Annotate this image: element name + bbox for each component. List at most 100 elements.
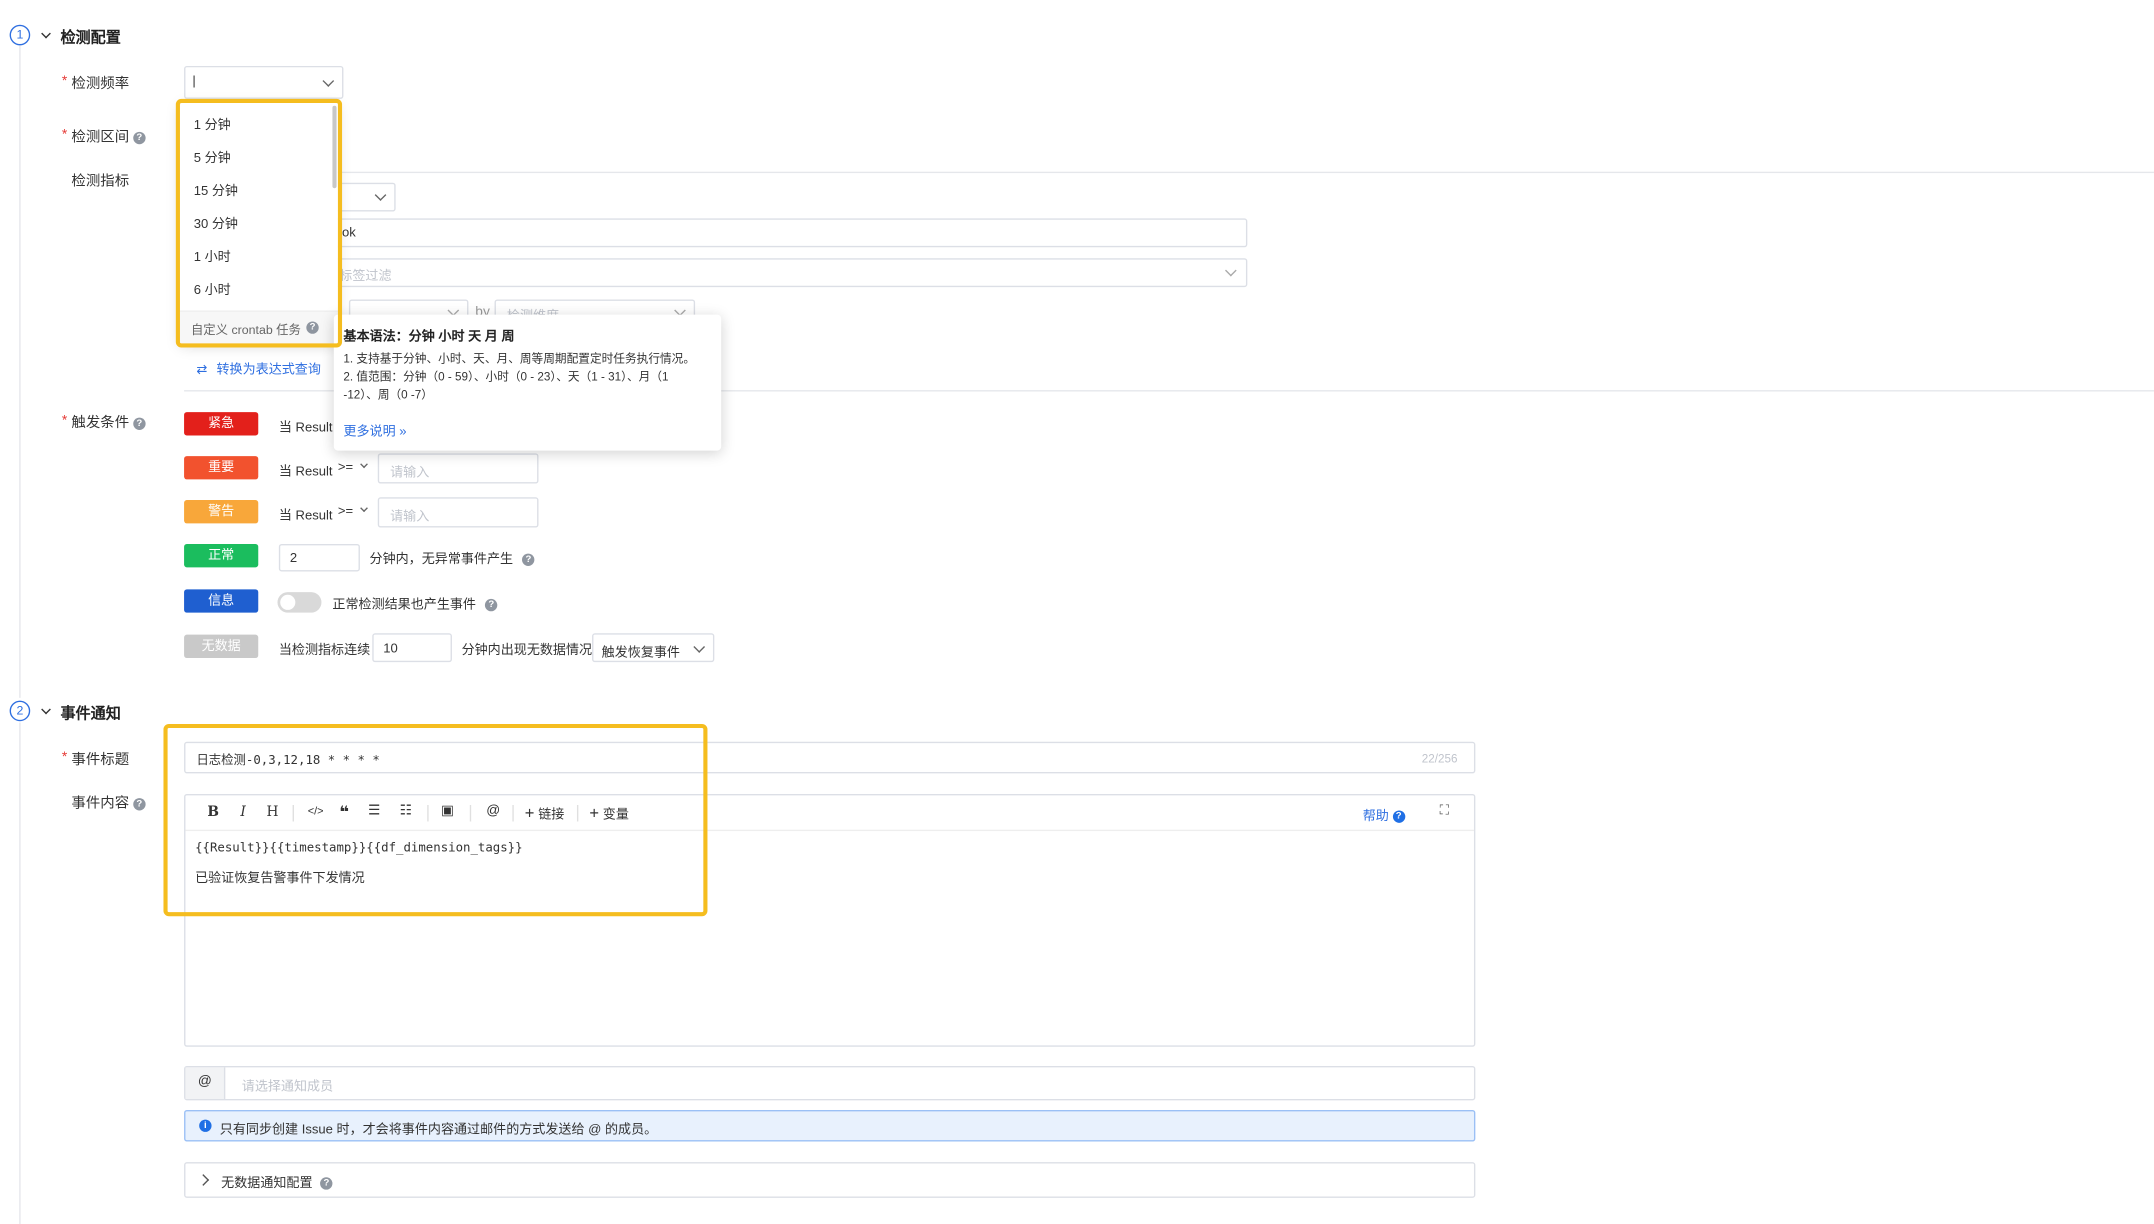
bullet-list-icon[interactable]: ☰ bbox=[368, 804, 380, 819]
editor-toolbar-divider bbox=[185, 829, 1474, 832]
frequency-select[interactable]: | bbox=[184, 65, 344, 99]
members-placeholder: 请选择通知成员 bbox=[241, 1079, 334, 1095]
heading-button[interactable]: H bbox=[266, 805, 278, 820]
help-icon[interactable]: ? bbox=[320, 1177, 333, 1190]
editor-content-line-2: 已验证恢复告警事件下发情况 bbox=[195, 870, 365, 887]
step-number-1: 1 bbox=[9, 24, 31, 46]
event-title-count: 22/256 bbox=[1421, 751, 1458, 766]
normal-suffix: 分钟内，无异常事件产生 ? bbox=[370, 548, 535, 567]
mention-icon[interactable]: @ bbox=[486, 804, 500, 819]
at-prefix: @ bbox=[185, 1067, 226, 1099]
nodata-notify-collapse[interactable]: 无数据通知配置 ? bbox=[184, 1162, 1476, 1198]
tag-filter-select[interactable]: 标签过滤 bbox=[274, 258, 1248, 288]
fullscreen-icon[interactable]: ⛶ bbox=[1440, 804, 1450, 819]
metrics-panel-top-border bbox=[184, 171, 2154, 174]
help-icon[interactable]: ? bbox=[522, 553, 535, 566]
event-content-editor[interactable]: B I H </> ❝ ☰ ☷ ▣ @ + 链接 + 变量 帮助 ? ⛶ {{R… bbox=[184, 793, 1476, 1047]
frequency-option-6h[interactable]: 6 小时 bbox=[194, 279, 231, 298]
event-content-label-text: 事件内容 bbox=[71, 795, 130, 812]
toolbar-separator bbox=[292, 804, 294, 822]
normal-suffix-text: 分钟内，无异常事件产生 bbox=[369, 552, 514, 568]
editor-help-label: 帮助 bbox=[1362, 809, 1389, 825]
operator-value: >= bbox=[337, 504, 354, 520]
step-connector-line bbox=[19, 45, 21, 698]
warning-prefix: 当 Result bbox=[278, 508, 333, 524]
italic-button[interactable]: I bbox=[240, 805, 245, 820]
nodata-minutes-value: 10 bbox=[383, 641, 398, 657]
info-notice: i 只有同步创建 Issue 时，才会将事件内容通过邮件的方式发送给 @ 的成员… bbox=[184, 1109, 1476, 1142]
notify-members-select[interactable]: @ 请选择通知成员 bbox=[184, 1065, 1476, 1101]
frequency-label: 检测频率 bbox=[71, 75, 130, 93]
critical-tag: 紧急 bbox=[184, 412, 259, 436]
help-icon[interactable]: ? bbox=[306, 321, 319, 334]
range-label: 检测区间 ? bbox=[71, 126, 146, 147]
frequency-dropdown-menu: 1 分钟 5 分钟 15 分钟 30 分钟 1 小时 6 小时 自定义 cron… bbox=[179, 103, 338, 345]
chevron-down-icon bbox=[374, 189, 387, 201]
critical-prefix: 当 Result bbox=[278, 420, 333, 436]
convert-link-label: 转换为表达式查询 bbox=[216, 362, 321, 378]
nodata-action-select[interactable]: 触发恢复事件 bbox=[592, 633, 715, 663]
nodata-notify-text: 无数据通知配置 bbox=[221, 1175, 313, 1191]
normal-minutes-input[interactable]: 2 bbox=[278, 543, 360, 572]
warning-threshold-placeholder: 请输入 bbox=[390, 509, 430, 525]
metrics-label: 检测指标 bbox=[71, 173, 130, 190]
insert-variable-button[interactable]: + 变量 bbox=[589, 804, 629, 823]
tooltip-line-1: 1. 支持基于分钟、小时、天、月、周等周期配置定时任务执行情况。 bbox=[343, 351, 696, 366]
nodata-notify-label: 无数据通知配置 ? bbox=[221, 1172, 333, 1191]
required-mark: * bbox=[61, 74, 68, 90]
normal-tag: 正常 bbox=[184, 543, 259, 568]
at-symbol: @ bbox=[197, 1074, 212, 1090]
nodata-minutes-input[interactable]: 10 bbox=[372, 633, 452, 663]
insert-link-button[interactable]: + 链接 bbox=[525, 804, 565, 823]
chevron-down-icon[interactable] bbox=[41, 28, 51, 39]
event-title-input[interactable]: 日志检测-0,3,12,18 * * * * 22/256 bbox=[184, 741, 1476, 774]
important-threshold-input[interactable]: 请输入 bbox=[377, 453, 539, 484]
dropdown-scrollbar[interactable] bbox=[332, 105, 337, 189]
frequency-option-15m[interactable]: 15 分钟 bbox=[194, 180, 238, 199]
tooltip-line-2b: -12）、周（0 -7） bbox=[343, 387, 433, 402]
toolbar-separator bbox=[512, 804, 514, 822]
bold-button[interactable]: B bbox=[207, 805, 219, 820]
ordered-list-icon[interactable]: ☷ bbox=[400, 804, 412, 819]
warning-threshold-input[interactable]: 请输入 bbox=[377, 497, 539, 528]
editor-help-link[interactable]: 帮助 ? bbox=[1363, 805, 1405, 824]
crontab-help-tooltip: 基本语法：分钟 小时 天 月 周 1. 支持基于分钟、小时、天、月、周等周期配置… bbox=[333, 314, 722, 451]
more-link-label: 更多说明 bbox=[343, 424, 396, 440]
trigger-label-text: 触发条件 bbox=[71, 414, 130, 432]
chevron-right-icon bbox=[197, 1174, 210, 1186]
help-icon[interactable]: ? bbox=[133, 797, 146, 811]
help-icon[interactable]: ? bbox=[133, 417, 146, 430]
info-toggle-text: 正常检测结果也产生事件 bbox=[332, 597, 477, 613]
metric-query-input[interactable]: ok bbox=[274, 218, 1248, 248]
important-operator-select[interactable]: >= bbox=[338, 460, 368, 475]
frequency-option-5m[interactable]: 5 分钟 bbox=[194, 147, 231, 166]
warning-tag: 警告 bbox=[184, 500, 259, 524]
toolbar-separator bbox=[469, 804, 472, 822]
frequency-option-1m[interactable]: 1 分钟 bbox=[194, 114, 231, 133]
help-icon[interactable]: ? bbox=[133, 131, 146, 144]
frequency-option-1h[interactable]: 1 小时 bbox=[194, 246, 231, 265]
normal-minutes-value: 2 bbox=[289, 550, 298, 566]
tooltip-title: 基本语法：分钟 小时 天 月 周 bbox=[343, 329, 515, 345]
event-title-value: 日志检测-0,3,12,18 * * * * bbox=[196, 754, 380, 768]
convert-to-expression-link[interactable]: ⇄ 转换为表达式查询 bbox=[196, 359, 320, 378]
quote-icon[interactable]: ❝ bbox=[339, 802, 349, 821]
tooltip-more-link[interactable]: 更多说明 » bbox=[343, 420, 406, 439]
section-title-detection: 检测配置 bbox=[60, 30, 121, 47]
code-icon[interactable]: </> bbox=[308, 805, 324, 817]
frequency-option-30m[interactable]: 30 分钟 bbox=[194, 213, 238, 232]
image-icon[interactable]: ▣ bbox=[441, 804, 454, 819]
toolbar-separator bbox=[576, 804, 579, 822]
warning-operator-select[interactable]: >= bbox=[337, 504, 368, 520]
chevron-down-icon[interactable] bbox=[41, 704, 51, 715]
event-content-label: 事件内容 ? bbox=[71, 793, 146, 814]
dropdown-footer[interactable]: 自定义 crontab 任务 ? bbox=[179, 310, 338, 345]
required-mark: * bbox=[61, 413, 68, 429]
step-number-2: 2 bbox=[9, 700, 31, 722]
info-event-toggle[interactable] bbox=[277, 592, 322, 613]
nodata-tag: 无数据 bbox=[184, 634, 259, 659]
range-label-text: 检测区间 bbox=[71, 129, 130, 146]
chevron-down-icon bbox=[359, 460, 368, 469]
required-mark: * bbox=[61, 750, 68, 766]
help-icon[interactable]: ? bbox=[485, 598, 498, 612]
